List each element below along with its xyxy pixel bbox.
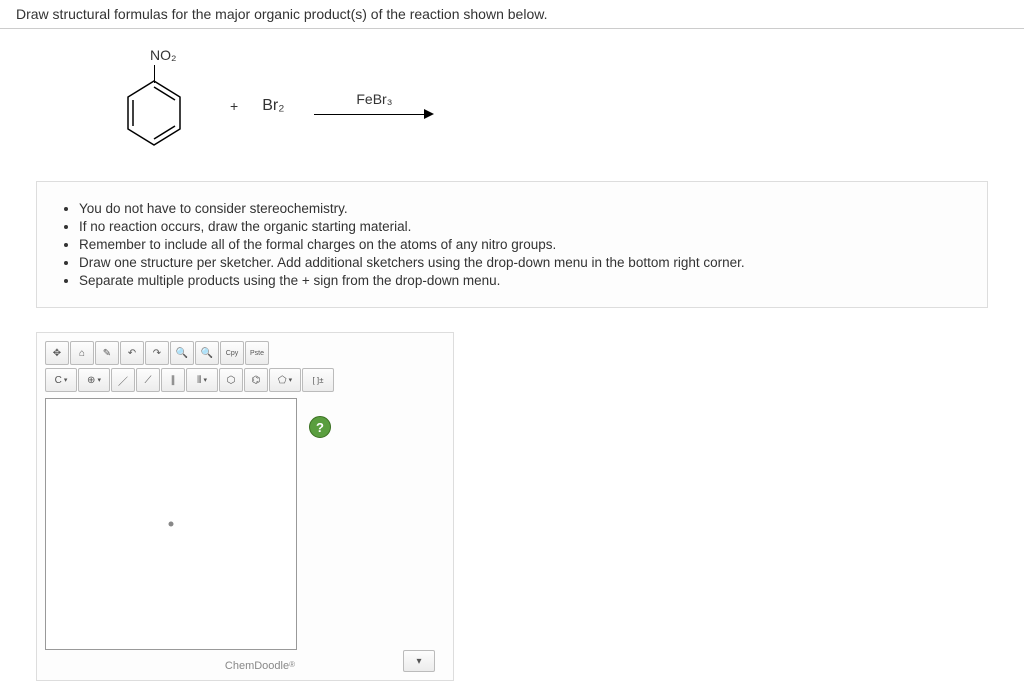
instructions-panel: You do not have to consider stereochemis…: [36, 181, 988, 308]
ring-hexagon-button[interactable]: ⬡: [219, 368, 243, 392]
zoom-in-button[interactable]: 🔍: [170, 341, 194, 365]
reaction-arrow-block: FeBr₃: [314, 91, 434, 121]
move-tool-button[interactable]: ✥: [45, 341, 69, 365]
recessed-bond-button[interactable]: ⟋: [136, 368, 160, 392]
charges-button[interactable]: [ ]±: [302, 368, 334, 392]
zoom-out-button[interactable]: 🔍: [195, 341, 219, 365]
question-text: Draw structural formulas for the major o…: [16, 6, 547, 22]
clear-tool-button[interactable]: ⌂: [70, 341, 94, 365]
element-picker-button[interactable]: C▾: [45, 368, 77, 392]
charge-picker-button[interactable]: ⊕▾: [78, 368, 110, 392]
instruction-item: Separate multiple products using the + s…: [79, 273, 965, 288]
double-bond-button[interactable]: ∥: [161, 368, 185, 392]
instruction-item: You do not have to consider stereochemis…: [79, 201, 965, 216]
reagent-br2: Br₂: [262, 97, 284, 115]
ring-benzene-button[interactable]: ⌬: [244, 368, 268, 392]
copy-button[interactable]: Cpy: [220, 341, 244, 365]
redo-button[interactable]: ↷: [145, 341, 169, 365]
nitrobenzene-structure: NO₂: [116, 51, 186, 161]
reaction-scheme: NO₂ + Br₂ FeBr₃: [116, 51, 1008, 161]
help-button[interactable]: ?: [309, 416, 331, 438]
no2-label: NO₂: [150, 47, 176, 63]
paste-button[interactable]: Pste: [245, 341, 269, 365]
ring-other-button[interactable]: ⬠▾: [269, 368, 301, 392]
reaction-arrow-icon: [314, 109, 434, 121]
sketcher-panel: ✥ ⌂ ✎ ↶ ↷ 🔍 🔍 Cpy Pste C▾ ⊕▾ ／ ⟋ ∥ ⦀▾ ⬡ …: [36, 332, 454, 681]
drawing-canvas[interactable]: [45, 398, 297, 650]
chemdoodle-brand: ChemDoodle®: [45, 660, 295, 672]
instruction-item: Draw one structure per sketcher. Add add…: [79, 255, 965, 270]
instruction-item: Remember to include all of the formal ch…: [79, 237, 965, 252]
toolbar-row-1: ✥ ⌂ ✎ ↶ ↷ 🔍 🔍 Cpy Pste: [45, 341, 445, 365]
benzene-ring-icon: [124, 79, 184, 149]
instruction-item: If no reaction occurs, draw the organic …: [79, 219, 965, 234]
single-bond-button[interactable]: ／: [111, 368, 135, 392]
plus-sign: +: [230, 98, 238, 114]
triple-bond-button[interactable]: ⦀▾: [186, 368, 218, 392]
canvas-start-dot-icon: [169, 522, 174, 527]
add-sketcher-dropdown[interactable]: ▾: [403, 650, 435, 672]
undo-button[interactable]: ↶: [120, 341, 144, 365]
erase-tool-button[interactable]: ✎: [95, 341, 119, 365]
catalyst-febr3: FeBr₃: [356, 91, 392, 107]
toolbar-row-2: C▾ ⊕▾ ／ ⟋ ∥ ⦀▾ ⬡ ⌬ ⬠▾ [ ]±: [45, 368, 445, 392]
